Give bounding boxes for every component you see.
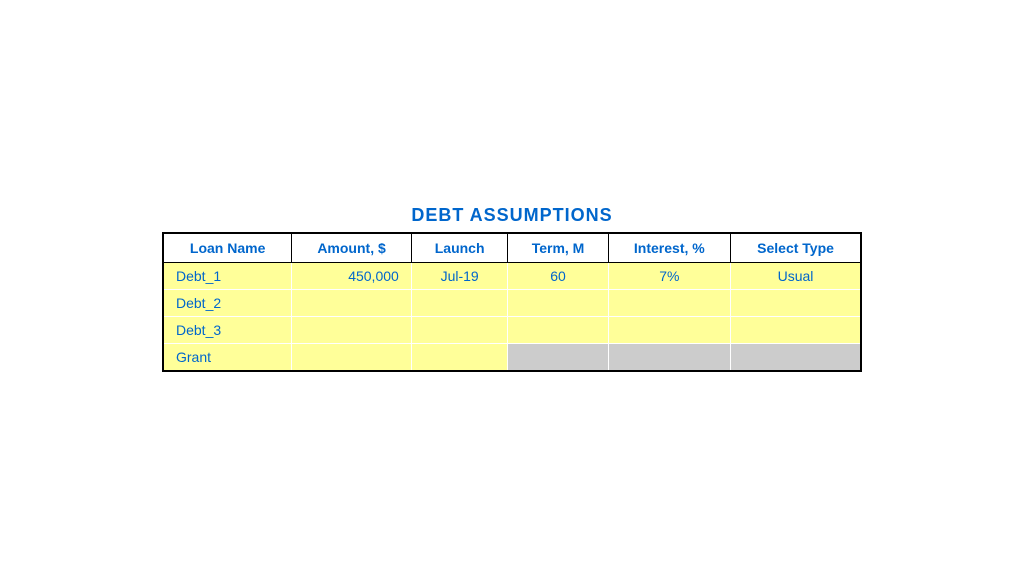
cell-debt-1-col4[interactable]: 7% — [608, 263, 730, 290]
cell-grant-col1[interactable] — [292, 344, 412, 372]
cell-debt-1-col0: Debt_1 — [163, 263, 292, 290]
cell-grant-col2[interactable] — [411, 344, 508, 372]
col-header-launch: Launch — [411, 233, 508, 263]
cell-debt-2-col0: Debt_2 — [163, 290, 292, 317]
cell-debt-1-col5[interactable]: Usual — [731, 263, 861, 290]
cell-grant-col5[interactable] — [731, 344, 861, 372]
debt-assumptions-table: Loan NameAmount, $LaunchTerm, MInterest,… — [162, 232, 862, 372]
col-header-select-type: Select Type — [731, 233, 861, 263]
col-header-term: Term, M — [508, 233, 608, 263]
col-header-loan-name: Loan Name — [163, 233, 292, 263]
cell-debt-3-col3[interactable] — [508, 317, 608, 344]
cell-debt-2-col4[interactable] — [608, 290, 730, 317]
main-container: DEBT ASSUMPTIONS Loan NameAmount, $Launc… — [162, 205, 862, 372]
table-row-debt-3: Debt_3 — [163, 317, 861, 344]
cell-grant-col3[interactable] — [508, 344, 608, 372]
cell-debt-2-col2[interactable] — [411, 290, 508, 317]
cell-grant-col0: Grant — [163, 344, 292, 372]
cell-debt-3-col4[interactable] — [608, 317, 730, 344]
cell-debt-2-col5[interactable] — [731, 290, 861, 317]
cell-debt-3-col1[interactable] — [292, 317, 412, 344]
table-title: DEBT ASSUMPTIONS — [411, 205, 612, 226]
cell-debt-1-col3[interactable]: 60 — [508, 263, 608, 290]
cell-debt-2-col1[interactable] — [292, 290, 412, 317]
col-header-interest: Interest, % — [608, 233, 730, 263]
table-body: Debt_1450,000Jul-19607%UsualDebt_2Debt_3… — [163, 263, 861, 372]
cell-debt-2-col3[interactable] — [508, 290, 608, 317]
table-row-grant: Grant — [163, 344, 861, 372]
cell-grant-col4[interactable] — [608, 344, 730, 372]
cell-debt-3-col0: Debt_3 — [163, 317, 292, 344]
cell-debt-3-col5[interactable] — [731, 317, 861, 344]
cell-debt-1-col2[interactable]: Jul-19 — [411, 263, 508, 290]
cell-debt-1-col1[interactable]: 450,000 — [292, 263, 412, 290]
col-header-amount: Amount, $ — [292, 233, 412, 263]
table-header-row: Loan NameAmount, $LaunchTerm, MInterest,… — [163, 233, 861, 263]
cell-debt-3-col2[interactable] — [411, 317, 508, 344]
table-row-debt-2: Debt_2 — [163, 290, 861, 317]
table-row-debt-1: Debt_1450,000Jul-19607%Usual — [163, 263, 861, 290]
